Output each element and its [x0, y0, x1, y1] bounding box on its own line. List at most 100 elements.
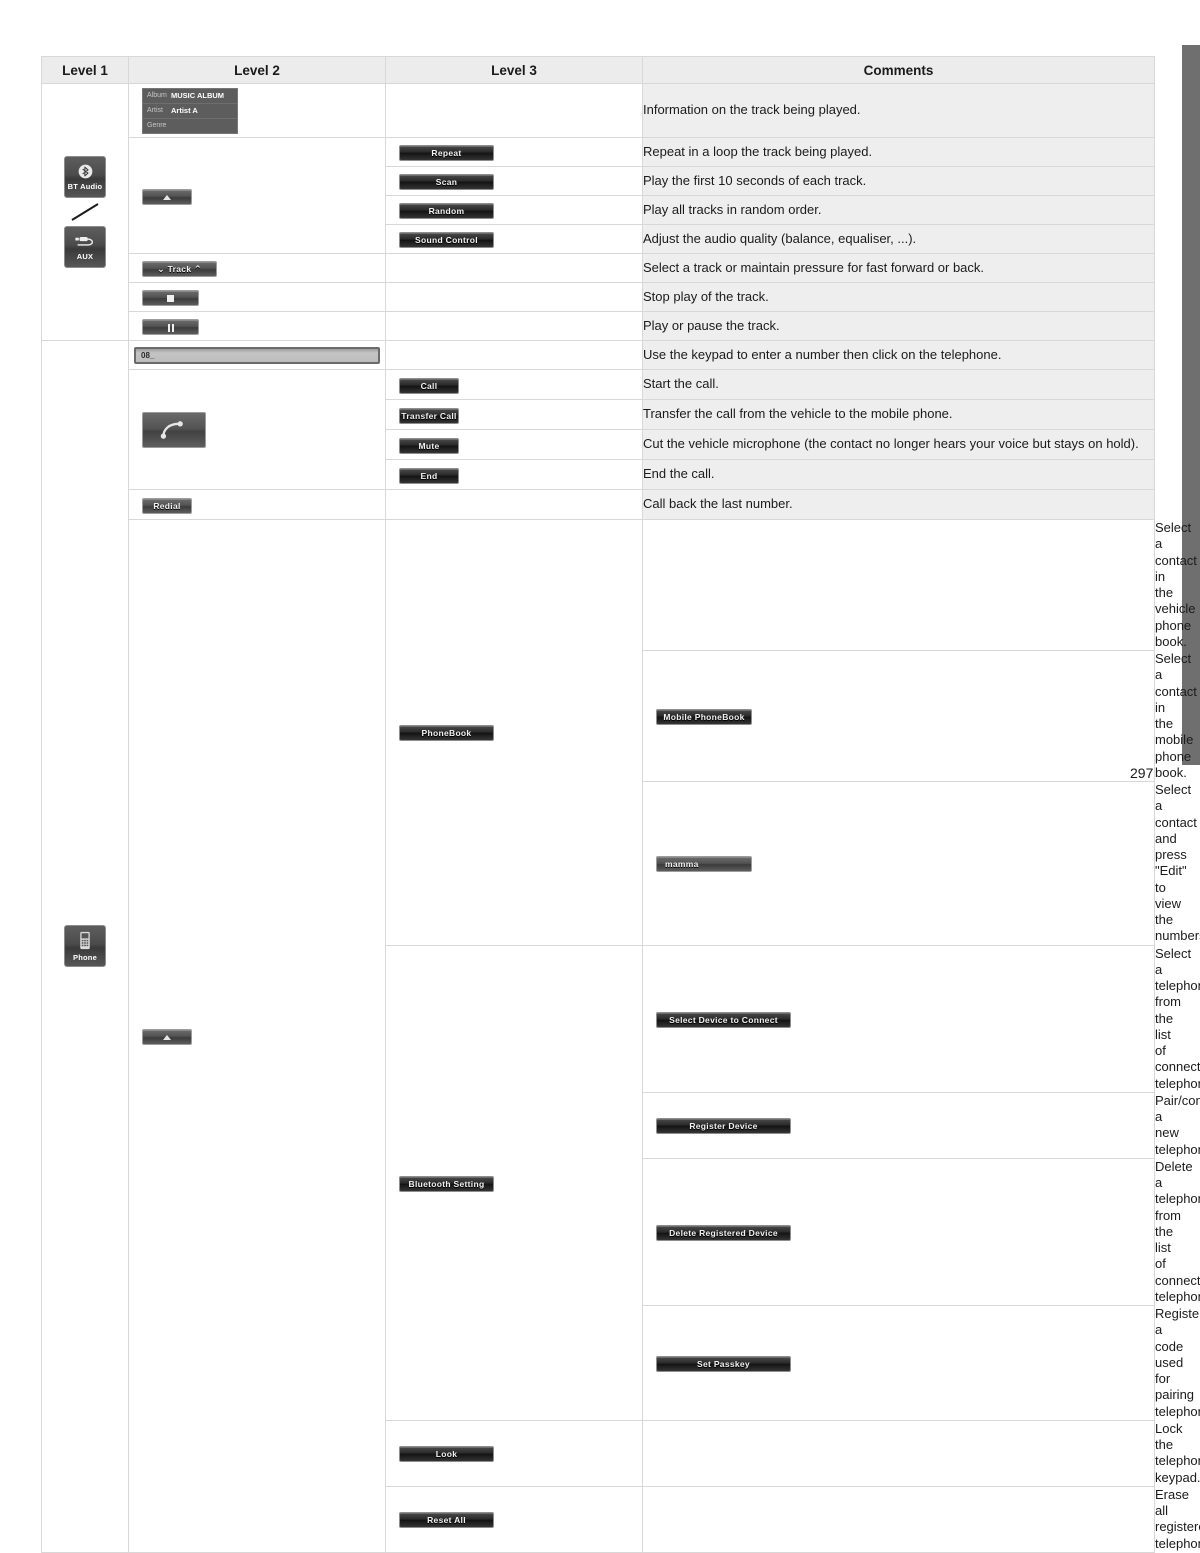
- level3-cell-mobile-phonebook: Mobile PhoneBook: [642, 650, 1155, 782]
- level3-cell-select-device: Select Device to Connect: [642, 944, 1155, 1093]
- table-row: ⌄ Track ⌃ Select a track or maintain pre…: [42, 253, 1155, 283]
- column-header-level3: Level 3: [385, 56, 643, 84]
- column-header-level1: Level 1: [41, 56, 129, 84]
- contact-mamma-button[interactable]: mamma: [656, 856, 752, 873]
- pause-bar-icon: [171, 323, 174, 332]
- level3-cell-empty: [642, 519, 1155, 651]
- level1-cell-phone: Phone: [41, 340, 129, 1553]
- level2-cell-handset: [128, 369, 386, 490]
- bt-audio-button[interactable]: BT Audio: [64, 156, 106, 198]
- phonebook-button[interactable]: PhoneBook: [399, 725, 494, 742]
- track-info-key-album: Album: [147, 92, 167, 99]
- level2-cell-look: Look: [385, 1419, 643, 1487]
- level3-cell-set-passkey: Set Passkey: [642, 1305, 1155, 1421]
- scroll-up-button-audio[interactable]: [142, 188, 192, 205]
- comment-random: Play all tracks in random order.: [642, 195, 1155, 225]
- level3-cell-delete-registered-device: Delete Registered Device: [642, 1157, 1155, 1307]
- end-button[interactable]: End: [399, 467, 459, 484]
- table-row: Redial Call back the last number.: [42, 489, 1155, 520]
- level2-cell-bluetooth-setting: Bluetooth Setting: [385, 944, 643, 1421]
- register-device-button[interactable]: Register Device: [656, 1118, 791, 1135]
- comment-mute: Cut the vehicle microphone (the contact …: [642, 429, 1155, 460]
- delete-registered-device-button[interactable]: Delete Registered Device: [656, 1224, 791, 1241]
- set-passkey-button[interactable]: Set Passkey: [656, 1355, 791, 1372]
- comment-transfer-call: Transfer the call from the vehicle to th…: [642, 399, 1155, 430]
- level3-cell-contact: mamma: [642, 781, 1155, 946]
- column-header-level2: Level 2: [128, 56, 386, 84]
- redial-button[interactable]: Redial: [142, 497, 192, 514]
- random-button[interactable]: Random: [399, 203, 494, 219]
- comment-redial: Call back the last number.: [642, 489, 1155, 520]
- aux-button[interactable]: AUX: [64, 226, 106, 268]
- level3-cell-call: Call: [385, 369, 643, 400]
- stop-square-icon: [167, 295, 174, 303]
- table-row: PhoneBook Select a contact in the vehicl…: [42, 519, 1197, 1553]
- track-info-row-genre: Genre: [143, 119, 237, 133]
- level3-cell-repeat: Repeat: [385, 137, 643, 167]
- level2-cell-track: ⌄ Track ⌃: [128, 253, 386, 283]
- call-handset-button[interactable]: [142, 411, 206, 448]
- mobile-phonebook-button[interactable]: Mobile PhoneBook: [656, 709, 752, 725]
- chevron-down-icon: ⌄: [157, 264, 165, 274]
- level2-cell-stop: [128, 282, 386, 312]
- pause-button[interactable]: [142, 319, 199, 335]
- bluetooth-icon: [78, 164, 93, 181]
- comment-stop: Stop play of the track.: [642, 282, 1155, 312]
- repeat-button[interactable]: Repeat: [399, 145, 494, 161]
- level3-cell-end: End: [385, 459, 643, 490]
- bluetooth-setting-button[interactable]: Bluetooth Setting: [399, 1175, 494, 1192]
- level2-cell-up-arrow: [128, 137, 386, 254]
- track-button[interactable]: ⌄ Track ⌃: [142, 261, 217, 277]
- level3-cell-empty: [385, 83, 643, 138]
- comment-end: End the call.: [642, 459, 1155, 490]
- table-row: Call Start the call.: [42, 369, 1155, 490]
- track-info-key-genre: Genre: [147, 122, 167, 129]
- level3-cell-empty: [385, 340, 643, 370]
- scroll-up-button-phone[interactable]: [142, 1028, 192, 1045]
- level3-cell-register-device: Register Device: [642, 1091, 1155, 1159]
- page-number: 297: [1130, 765, 1154, 781]
- level3-cell-empty: [642, 1419, 1155, 1487]
- triangle-up-icon: [163, 194, 171, 200]
- triangle-up-icon: [163, 1035, 171, 1041]
- table-row: Play or pause the track.: [42, 311, 1155, 341]
- aux-jack-icon: [74, 234, 96, 251]
- level3-cell-transfer-call: Transfer Call: [385, 399, 643, 430]
- stop-button[interactable]: [142, 290, 199, 306]
- scan-button[interactable]: Scan: [399, 174, 494, 190]
- table-row: Phone 08_ Use the keypad to enter a numb…: [41, 340, 1155, 1553]
- level2-cell-pause: [128, 311, 386, 341]
- phone-button[interactable]: Phone: [64, 925, 106, 968]
- level3-cell-mute: Mute: [385, 429, 643, 460]
- track-info-panel: Album MUSIC ALBUM Artist Artist A Genre: [142, 87, 238, 134]
- comment-track: Select a track or maintain pressure for …: [642, 253, 1155, 283]
- reset-all-button[interactable]: Reset All: [399, 1512, 494, 1529]
- table-header-row: Level 1 Level 2 Level 3 Comments: [41, 56, 1155, 84]
- track-info-value-album: MUSIC ALBUM: [171, 91, 225, 100]
- aux-label: AUX: [76, 251, 94, 261]
- level1-cell-bt-audio-aux: BT Audio AUX: [41, 83, 129, 341]
- call-button[interactable]: Call: [399, 377, 459, 394]
- comment-pause: Play or pause the track.: [642, 311, 1155, 341]
- comment-scan: Play the first 10 seconds of each track.: [642, 166, 1155, 196]
- transfer-call-button[interactable]: Transfer Call: [399, 407, 459, 424]
- pause-bar-icon: [167, 323, 170, 332]
- sound-control-button[interactable]: Sound Control: [399, 232, 494, 248]
- level3-cell-empty: [642, 1485, 1155, 1553]
- table-row: Repeat Repeat in a loop the track being …: [42, 137, 1155, 254]
- select-device-to-connect-button[interactable]: Select Device to Connect: [656, 1011, 791, 1028]
- level2-cell-phonebook: PhoneBook: [385, 519, 643, 946]
- phone-label: Phone: [73, 952, 97, 962]
- column-header-comments: Comments: [642, 56, 1155, 84]
- mute-button[interactable]: Mute: [399, 437, 459, 454]
- level3-cell-scan: Scan: [385, 166, 643, 196]
- track-info-row-artist: Artist Artist A: [143, 104, 237, 119]
- level3-cell-random: Random: [385, 195, 643, 225]
- bt-audio-label: BT Audio: [67, 181, 103, 191]
- look-button[interactable]: Look: [399, 1446, 494, 1463]
- level3-cell-empty: [385, 489, 643, 520]
- level2-cell-redial: Redial: [128, 489, 386, 520]
- phone-number-input[interactable]: 08_: [134, 346, 380, 364]
- track-info-key-artist: Artist: [147, 107, 163, 114]
- level3-cell-empty: [385, 282, 643, 312]
